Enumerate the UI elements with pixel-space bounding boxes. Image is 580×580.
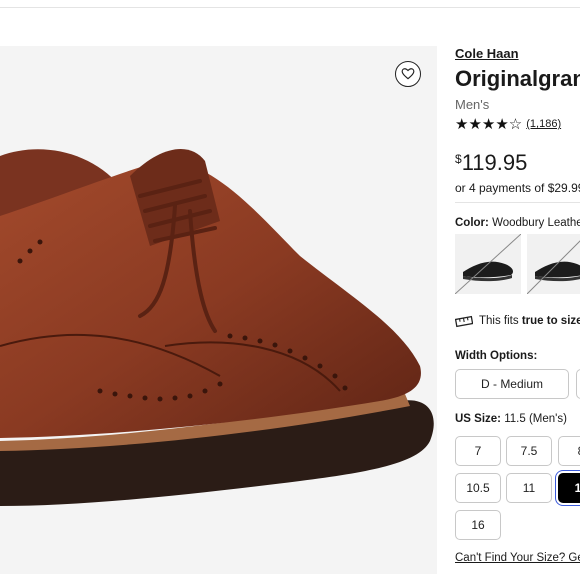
review-count-link[interactable]: (1,186)	[526, 118, 561, 130]
price-currency: $	[455, 152, 462, 166]
product-title: Originalgran	[455, 66, 580, 91]
color-label: Color: Woodbury Leather	[455, 217, 580, 229]
size-option-10-5[interactable]: 10.5	[455, 473, 501, 503]
fit-text-emphasis: true to size.	[521, 315, 580, 327]
star-rating-icon: ★★★★☆	[455, 116, 523, 133]
price-value: 119.95	[461, 150, 528, 175]
product-gender: Men's	[455, 97, 490, 112]
product-rating[interactable]: ★★★★☆ (1,186)	[455, 115, 561, 133]
size-option-11-5-selected[interactable]: 11	[558, 473, 580, 503]
swatch-image	[455, 234, 521, 294]
fit-text-prefix: This fits	[479, 315, 519, 327]
size-option-16[interactable]: 16	[455, 510, 501, 540]
width-option-medium[interactable]: D - Medium	[455, 369, 569, 399]
width-option[interactable]	[576, 369, 580, 399]
color-value: Woodbury Leather	[492, 217, 580, 229]
swatch-image	[527, 240, 580, 294]
cant-find-size-link[interactable]: Can't Find Your Size? Get	[455, 552, 580, 564]
divider	[455, 202, 580, 203]
size-label-title: US Size:	[455, 413, 502, 425]
product-image-gallery[interactable]	[0, 46, 437, 574]
fit-info: This fits true to size.	[455, 314, 580, 328]
color-swatch[interactable]	[455, 234, 521, 294]
heart-icon	[401, 68, 415, 80]
ruler-icon	[455, 315, 473, 328]
width-options-label: Width Options:	[455, 350, 538, 362]
brand-link[interactable]: Cole Haan	[455, 46, 519, 61]
favorite-button[interactable]	[395, 61, 421, 87]
size-label: US Size: 11.5 (Men's)	[455, 413, 567, 425]
color-label-title: Color:	[455, 217, 489, 229]
size-option-7-5[interactable]: 7.5	[506, 436, 552, 466]
header-divider	[0, 7, 580, 8]
size-label-value: 11.5 (Men's)	[504, 413, 567, 425]
product-image	[0, 149, 434, 506]
color-swatch[interactable]	[527, 234, 580, 294]
installments-text: or 4 payments of $29.99	[455, 181, 580, 195]
size-option-8[interactable]: 8	[558, 436, 580, 466]
size-option-7[interactable]: 7	[455, 436, 501, 466]
size-option-11[interactable]: 11	[506, 473, 552, 503]
product-price: $119.95	[455, 150, 527, 176]
